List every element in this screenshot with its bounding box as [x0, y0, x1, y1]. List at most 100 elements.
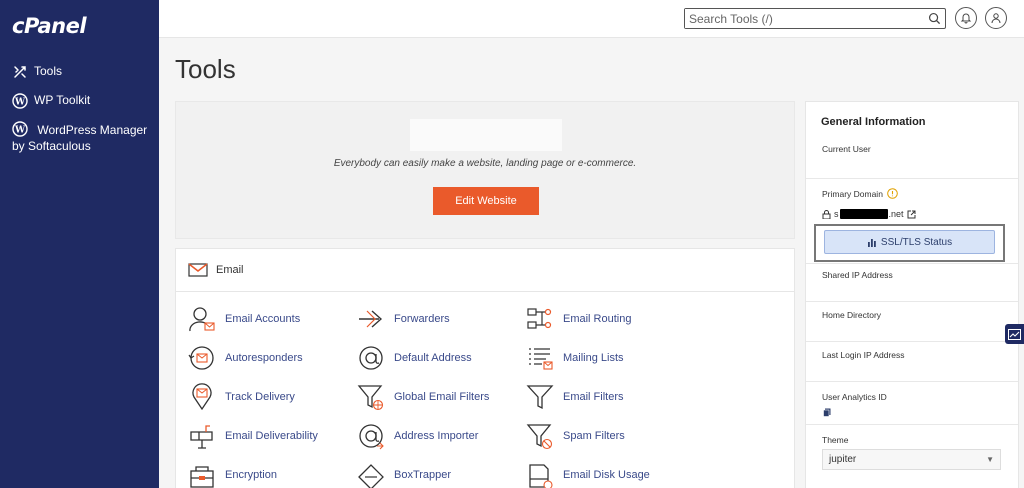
tool-label: Address Importer	[394, 430, 479, 442]
shared-ip-label: Shared IP Address	[822, 270, 893, 280]
user-menu-button[interactable]	[985, 7, 1007, 29]
tool-label: Email Disk Usage	[563, 469, 650, 481]
tool-forwarders[interactable]: Forwarders	[357, 305, 450, 333]
primary-domain-value[interactable]: s .net	[822, 209, 916, 219]
svg-text:W: W	[14, 98, 26, 108]
search-input[interactable]	[685, 9, 921, 28]
external-link-icon[interactable]	[907, 210, 916, 219]
domain-suffix: .net	[888, 209, 904, 219]
redacted-domain	[839, 209, 888, 219]
tool-mailing-lists[interactable]: Mailing Lists	[526, 344, 624, 372]
info-icon[interactable]	[887, 188, 898, 199]
boxtrapper-icon	[358, 464, 384, 488]
sidebar-item-label: WP Toolkit	[34, 93, 91, 107]
copy-icon[interactable]	[823, 408, 831, 417]
analytics-side-tab[interactable]	[1005, 324, 1024, 344]
tool-email-filters[interactable]: Email Filters	[526, 383, 624, 411]
divider	[806, 301, 1018, 302]
tool-track-delivery[interactable]: Track Delivery	[188, 383, 295, 411]
email-section: Email Email Accounts Forwarders Email Ro…	[175, 248, 795, 488]
tool-spam-filters[interactable]: Spam Filters	[526, 422, 625, 450]
tool-label: Email Filters	[563, 391, 624, 403]
tool-autoresponders[interactable]: Autoresponders	[188, 344, 303, 372]
tool-default-address[interactable]: Default Address	[357, 344, 472, 372]
address-importer-icon	[359, 424, 384, 450]
email-accounts-icon	[189, 307, 215, 332]
tool-label: Encryption	[225, 469, 277, 481]
sidebar: cPanel Tools W WP Toolkit W WordPress Ma…	[0, 0, 159, 488]
sidebar-item-label: WordPress Manager by Softaculous	[12, 123, 148, 153]
tool-label: Spam Filters	[563, 430, 625, 442]
tool-email-routing[interactable]: Email Routing	[526, 305, 631, 333]
theme-label: Theme	[822, 435, 849, 445]
divider	[806, 381, 1018, 382]
general-information-panel: General Information Current User Primary…	[805, 101, 1019, 488]
tool-label: BoxTrapper	[394, 469, 452, 481]
tool-label: Forwarders	[394, 313, 450, 325]
forwarders-icon	[359, 310, 383, 328]
default-address-icon	[359, 346, 383, 370]
page-title: Tools	[175, 54, 236, 84]
general-information-title: General Information	[821, 116, 926, 128]
tool-address-importer[interactable]: Address Importer	[357, 422, 478, 450]
ssl-tls-status-button[interactable]: SSL/TLS Status	[824, 230, 995, 254]
tool-email-disk-usage[interactable]: Email Disk Usage	[526, 461, 650, 488]
autoresponders-icon	[188, 346, 214, 370]
tool-boxtrapper[interactable]: BoxTrapper	[357, 461, 451, 488]
tools-icon	[14, 66, 26, 78]
email-section-header[interactable]: Email	[176, 249, 794, 292]
website-builder-logo	[410, 119, 562, 151]
search-icon[interactable]	[928, 12, 941, 25]
divider	[806, 424, 1018, 425]
tool-label: Mailing Lists	[563, 352, 624, 364]
tool-label: Email Deliverability	[225, 430, 318, 442]
tool-label: Autoresponders	[225, 352, 303, 364]
envelope-icon	[188, 263, 208, 277]
caret-down-icon: ▼	[986, 455, 994, 464]
tool-email-deliverability[interactable]: Email Deliverability	[188, 422, 318, 450]
cpanel-logo[interactable]: cPanel	[12, 14, 87, 38]
track-delivery-icon	[192, 383, 212, 411]
domain-prefix: s	[834, 209, 839, 219]
sidebar-item-wordpress-manager[interactable]: W WordPress Manager by Softaculous	[12, 121, 152, 154]
email-routing-icon	[527, 308, 552, 329]
theme-select[interactable]: jupiter ▼	[822, 449, 1001, 470]
tool-label: Global Email Filters	[394, 391, 490, 403]
divider	[806, 341, 1018, 342]
ssl-tls-status-label: SSL/TLS Status	[880, 236, 953, 248]
sidebar-item-tools[interactable]: Tools	[12, 64, 62, 80]
wordpress-icon: W	[12, 121, 28, 137]
tool-label: Email Routing	[563, 313, 632, 325]
mailing-lists-icon	[529, 348, 553, 370]
spam-filters-icon	[526, 424, 553, 450]
global-email-filters-icon	[357, 385, 384, 411]
notifications-button[interactable]	[955, 7, 977, 29]
home-directory-label: Home Directory	[822, 310, 882, 320]
theme-value: jupiter	[829, 454, 857, 465]
wordpress-icon: W	[12, 93, 28, 109]
search-box	[684, 8, 946, 29]
current-user-label: Current User	[822, 144, 871, 154]
sidebar-item-label: Tools	[34, 64, 63, 78]
encryption-icon	[190, 466, 214, 488]
email-filters-icon	[526, 385, 554, 410]
tool-encryption[interactable]: Encryption	[188, 461, 277, 488]
tool-label: Email Accounts	[225, 313, 301, 325]
last-login-ip-label: Last Login IP Address	[822, 350, 905, 360]
line-chart-icon	[1008, 328, 1021, 340]
divider	[806, 263, 1018, 264]
tool-global-email-filters[interactable]: Global Email Filters	[357, 383, 489, 411]
website-tagline: Everybody can easily make a website, lan…	[333, 158, 637, 169]
primary-domain-label-row: Primary Domain	[822, 188, 898, 199]
ssl-highlight-frame: SSL/TLS Status	[814, 224, 1005, 262]
lock-icon	[822, 209, 831, 219]
tool-email-accounts[interactable]: Email Accounts	[188, 305, 300, 333]
divider	[806, 178, 1018, 179]
sidebar-item-wp-toolkit[interactable]: W WP Toolkit	[12, 93, 90, 109]
user-analytics-id-label: User Analytics ID	[822, 392, 887, 402]
primary-domain-label: Primary Domain	[822, 188, 883, 199]
edit-website-button[interactable]: Edit Website	[433, 187, 539, 215]
tool-label: Default Address	[394, 352, 472, 364]
svg-text:W: W	[14, 126, 26, 136]
tool-label: Track Delivery	[225, 391, 295, 403]
